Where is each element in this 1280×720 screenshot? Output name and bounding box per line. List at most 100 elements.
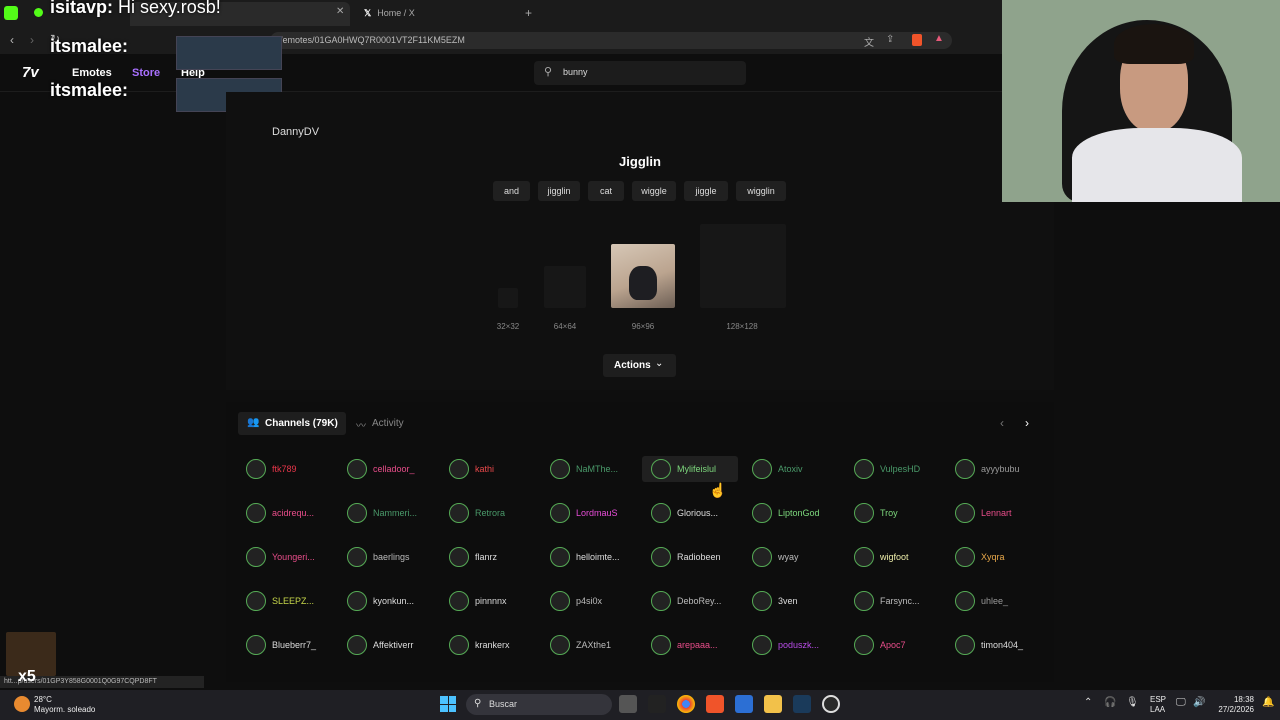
channel-name: pinnnnx <box>475 596 507 606</box>
chrome-icon[interactable] <box>677 695 695 713</box>
lang-primary[interactable]: ESP <box>1150 695 1166 704</box>
emote-tag[interactable]: cat <box>588 181 624 201</box>
share-icon[interactable]: ⇪ <box>886 34 894 45</box>
channel-item[interactable]: wyay <box>752 546 852 568</box>
new-tab-button[interactable]: + <box>525 6 532 20</box>
channel-avatar <box>955 503 975 523</box>
channel-item[interactable]: baerlings <box>347 546 447 568</box>
volume-icon[interactable]: 🔊 <box>1193 697 1205 708</box>
channel-item[interactable]: krankerx <box>449 634 549 656</box>
epic-games-icon[interactable] <box>648 695 666 713</box>
size-label: 64×64 <box>553 322 577 331</box>
network-icon[interactable]: 🖵 <box>1176 697 1186 708</box>
next-page-icon[interactable]: › <box>1025 416 1029 430</box>
windows-start-icon[interactable] <box>440 696 456 712</box>
channel-item[interactable]: acidrequ... <box>246 502 346 524</box>
emote-tag[interactable]: and <box>493 181 530 201</box>
channel-item[interactable]: flanrz <box>449 546 549 568</box>
lang-secondary[interactable]: LAA <box>1150 705 1165 714</box>
obs-icon[interactable] <box>822 695 840 713</box>
emote-tag[interactable]: wigglin <box>736 181 786 201</box>
channel-item[interactable]: Affektiverr <box>347 634 447 656</box>
channel-item[interactable]: DeboRey... <box>651 590 751 612</box>
channel-item[interactable]: ZAXthe1 <box>550 634 650 656</box>
channel-item[interactable]: LiptonGod <box>752 502 852 524</box>
url-text: /emotes/01GA0HWQ7R0001VT2F11KM5EZM <box>280 35 465 45</box>
notification-icon[interactable]: 🔔 <box>1262 697 1274 708</box>
7tv-logo[interactable]: 7v <box>22 64 39 81</box>
tab-channels[interactable]: 👥 Channels (79K) <box>238 412 346 435</box>
emote-preview-32[interactable] <box>498 288 518 308</box>
emote-preview-96[interactable] <box>611 244 675 308</box>
brave-rewards-icon[interactable]: ▲ <box>934 33 944 44</box>
channel-item[interactable]: arepaaa... <box>651 634 751 656</box>
nav-emotes[interactable]: Emotes <box>72 67 112 79</box>
channel-item[interactable]: 3ven <box>752 590 852 612</box>
forward-icon[interactable]: › <box>30 33 34 47</box>
task-view-icon[interactable] <box>619 695 637 713</box>
channel-item[interactable]: Farsync... <box>854 590 954 612</box>
search-input[interactable]: ⚲ bunny <box>534 61 746 85</box>
tab-close-icon[interactable]: ✕ <box>336 6 344 17</box>
channel-item[interactable]: pinnnnx <box>449 590 549 612</box>
emote-preview-64[interactable] <box>544 266 586 308</box>
channel-item[interactable]: Youngeri... <box>246 546 346 568</box>
clock-time[interactable]: 18:38 <box>1210 695 1254 704</box>
chevron-down-icon: ⌄ <box>655 358 664 369</box>
channel-item[interactable]: kyonkun... <box>347 590 447 612</box>
chat-emote-image <box>176 36 282 70</box>
channel-item[interactable]: Radiobeen <box>651 546 751 568</box>
clock-date[interactable]: 27/2/2026 <box>1210 705 1254 714</box>
emote-tag[interactable]: wiggle <box>632 181 676 201</box>
store-icon[interactable] <box>735 695 753 713</box>
channel-item[interactable]: Mylifeislul <box>651 458 751 480</box>
emote-tag[interactable]: jiggle <box>684 181 728 201</box>
channel-avatar <box>449 503 469 523</box>
channel-item[interactable]: Retrora <box>449 502 549 524</box>
channel-item[interactable]: timon404_ <box>955 634 1055 656</box>
kick-icon[interactable] <box>4 6 18 20</box>
channel-item[interactable]: Xyqra <box>955 546 1055 568</box>
tray-chevron-icon[interactable]: ⌃ <box>1084 697 1092 708</box>
channel-item[interactable]: NaMThe... <box>550 458 650 480</box>
chat-user: itsmalee: <box>50 80 129 100</box>
channel-item[interactable]: LordmauS <box>550 502 650 524</box>
brave-shield-icon[interactable] <box>912 34 922 46</box>
channel-item[interactable]: Troy <box>854 502 954 524</box>
channel-item[interactable]: Nammeri... <box>347 502 447 524</box>
taskbar-search[interactable]: ⚲ Buscar <box>466 694 612 715</box>
channel-item[interactable]: Blueberr7_ <box>246 634 346 656</box>
tab-activity[interactable]: 〰 Activity <box>354 412 424 435</box>
channel-item[interactable]: uhlee_ <box>955 590 1055 612</box>
channel-item[interactable]: SLEEPZ... <box>246 590 346 612</box>
mic-icon[interactable]: 🎙 <box>1126 697 1139 708</box>
actions-button[interactable]: Actions ⌄ <box>603 354 676 377</box>
channel-item[interactable]: p4si0x <box>550 590 650 612</box>
channel-item[interactable]: VulpesHD <box>854 458 954 480</box>
tab-home-x[interactable]: 𝕏 Home / X <box>356 2 516 26</box>
channel-item[interactable]: poduszk... <box>752 634 852 656</box>
channel-item[interactable]: ayyybubu <box>955 458 1055 480</box>
brave-icon[interactable] <box>706 695 724 713</box>
steam-icon[interactable] <box>793 695 811 713</box>
translate-icon[interactable]: 文 <box>864 34 874 49</box>
nav-store[interactable]: Store <box>132 67 160 79</box>
emote-owner[interactable]: DannyDV <box>272 126 319 138</box>
channel-item[interactable]: wigfoot <box>854 546 954 568</box>
channel-item[interactable]: Apoc7 <box>854 634 954 656</box>
emote-tag[interactable]: jigglin <box>538 181 580 201</box>
channel-item[interactable]: ftk789 <box>246 458 346 480</box>
channel-item[interactable]: celladoor_ <box>347 458 447 480</box>
prev-page-icon[interactable]: ‹ <box>1000 416 1004 430</box>
headset-icon[interactable]: 🎧 <box>1104 697 1116 708</box>
channel-item[interactable]: kathi <box>449 458 549 480</box>
channel-item[interactable]: helloimte... <box>550 546 650 568</box>
channel-item[interactable]: Lennart <box>955 502 1055 524</box>
channel-item[interactable]: Atoxiv <box>752 458 852 480</box>
weather-icon[interactable] <box>14 696 30 712</box>
emote-preview-128[interactable] <box>700 224 786 308</box>
back-icon[interactable]: ‹ <box>10 33 14 47</box>
channel-item[interactable]: Glorious... <box>651 502 751 524</box>
file-explorer-icon[interactable] <box>764 695 782 713</box>
address-bar[interactable]: /emotes/01GA0HWQ7R0001VT2F11KM5EZM 文 ⇪ ▲ <box>270 32 952 49</box>
